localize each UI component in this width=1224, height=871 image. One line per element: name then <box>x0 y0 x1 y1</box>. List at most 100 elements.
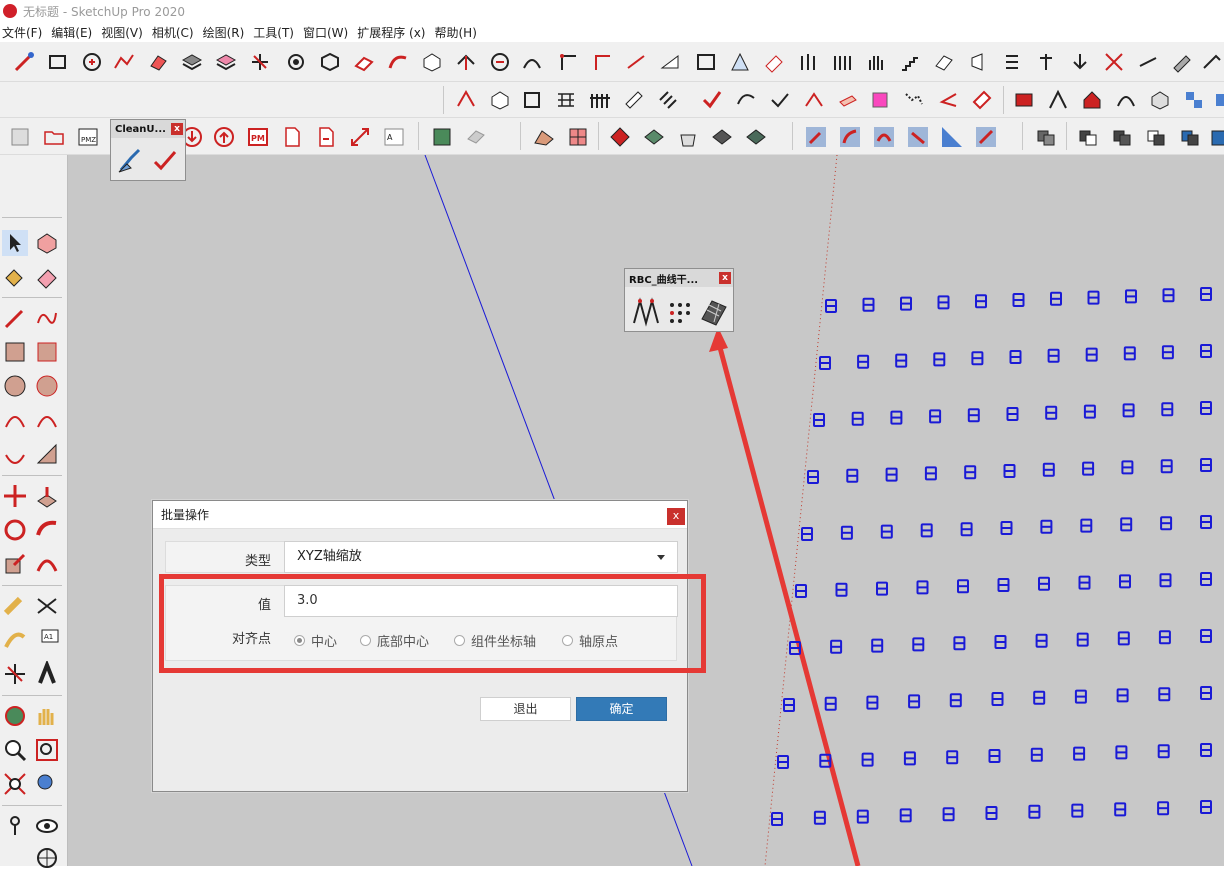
new-folder-icon[interactable] <box>42 125 66 149</box>
document-icon[interactable] <box>280 125 304 149</box>
3d-text-icon[interactable] <box>34 661 60 687</box>
solid-subtract-icon[interactable] <box>1076 125 1100 149</box>
menu-extensions[interactable]: 扩展程序 (x) <box>355 24 432 41</box>
cleanup-broom-icon[interactable] <box>117 146 145 174</box>
import-icon[interactable] <box>8 125 32 149</box>
instance-icon[interactable] <box>1012 88 1036 112</box>
extrude-tool-icon[interactable] <box>966 50 990 74</box>
curve-arrow-2-icon[interactable] <box>838 125 862 149</box>
menu-file[interactable]: 文件(F) <box>0 24 49 41</box>
menu-edit[interactable]: 编辑(E) <box>49 24 99 41</box>
pencil-line-icon[interactable] <box>2 305 28 331</box>
solid-trim-icon[interactable] <box>1144 125 1168 149</box>
circle-tool-icon[interactable] <box>80 50 104 74</box>
expand-icon[interactable] <box>348 125 372 149</box>
cabinet-icon[interactable] <box>868 88 892 112</box>
arc-icon[interactable] <box>2 407 28 433</box>
slope-tool-icon[interactable] <box>658 50 682 74</box>
follow-me-icon[interactable] <box>352 50 376 74</box>
zoom-icon[interactable] <box>2 737 28 763</box>
position-camera-person-icon[interactable] <box>2 813 28 839</box>
angle-icon[interactable] <box>936 88 960 112</box>
curve-arrow-1-icon[interactable] <box>804 125 828 149</box>
two-point-arc-icon[interactable] <box>34 407 60 433</box>
down-arrow-tool-icon[interactable] <box>1068 50 1092 74</box>
more-icon[interactable] <box>1212 88 1224 112</box>
text-label-icon[interactable]: A1 <box>34 627 60 653</box>
tag-icon[interactable] <box>970 88 994 112</box>
fence-icon[interactable] <box>588 88 612 112</box>
cleanup-check-icon[interactable] <box>151 146 179 174</box>
rbc-close-button[interactable]: x <box>719 272 731 284</box>
frame-tool-icon[interactable] <box>694 50 718 74</box>
cube-edit-icon[interactable] <box>488 88 512 112</box>
rotate-3d-icon[interactable] <box>488 50 512 74</box>
stack-icon[interactable] <box>622 88 646 112</box>
layers-icon[interactable] <box>180 50 204 74</box>
bend-tool-icon[interactable] <box>386 50 410 74</box>
chain-icon[interactable] <box>902 88 926 112</box>
make-component-icon[interactable] <box>34 230 60 256</box>
zoom-window-icon[interactable] <box>34 737 60 763</box>
orbit-icon[interactable] <box>2 703 28 729</box>
protractor-icon[interactable] <box>2 627 28 653</box>
document-export-icon[interactable] <box>314 125 338 149</box>
solid-icon[interactable] <box>1148 88 1172 112</box>
check-curve-icon[interactable] <box>734 88 758 112</box>
offset-icon[interactable] <box>34 551 60 577</box>
solid-shell-icon[interactable] <box>1208 125 1224 149</box>
array-tool-icon[interactable] <box>830 50 854 74</box>
rectangle-icon[interactable] <box>2 339 28 365</box>
paint-bucket-icon[interactable] <box>2 264 28 290</box>
select-edges-icon[interactable] <box>454 88 478 112</box>
solid-union-icon[interactable] <box>1034 125 1058 149</box>
stairs-tool-icon[interactable] <box>898 50 922 74</box>
upload-circle-icon[interactable] <box>212 125 236 149</box>
axes-icon[interactable] <box>2 661 28 687</box>
rotated-rectangle-icon[interactable] <box>34 339 60 365</box>
polygon-icon[interactable] <box>34 373 60 399</box>
dimension-icon[interactable] <box>34 593 60 619</box>
diamond-flat-icon[interactable] <box>642 125 666 149</box>
exit-button[interactable]: 退出 <box>480 697 571 721</box>
shell-tool-icon[interactable] <box>1000 50 1024 74</box>
tape-measure-icon[interactable] <box>2 593 28 619</box>
circle-icon[interactable] <box>2 373 28 399</box>
hand-tool-icon[interactable] <box>864 50 888 74</box>
arch-icon[interactable] <box>1114 88 1138 112</box>
pie-icon[interactable] <box>34 441 60 467</box>
menu-help[interactable]: 帮助(H) <box>432 24 483 41</box>
columns-tool-icon[interactable] <box>796 50 820 74</box>
triangle-tool-icon[interactable] <box>728 50 752 74</box>
menu-view[interactable]: 视图(V) <box>99 24 150 41</box>
pmz-icon[interactable]: PMZ <box>76 125 100 149</box>
rectangle-tool-icon[interactable] <box>46 50 70 74</box>
curve-arrow-3-icon[interactable] <box>872 125 896 149</box>
section-plane-icon[interactable] <box>34 845 60 871</box>
panel-icon[interactable] <box>520 88 544 112</box>
solid-intersect-icon[interactable] <box>1110 125 1134 149</box>
terrain-icon[interactable] <box>532 125 556 149</box>
check-red-icon[interactable] <box>700 88 724 112</box>
layers-2-icon[interactable] <box>214 50 238 74</box>
roof-tool-icon[interactable] <box>1170 50 1194 74</box>
line-tool-icon[interactable] <box>624 50 648 74</box>
menu-window[interactable]: 窗口(W) <box>301 24 355 41</box>
zoom-extents-icon[interactable] <box>2 771 28 797</box>
fold-tool-icon[interactable] <box>932 50 956 74</box>
push-pull-icon-2[interactable] <box>34 483 60 509</box>
diamond-up-icon[interactable] <box>608 125 632 149</box>
corner-2-tool-icon[interactable] <box>590 50 614 74</box>
menu-camera[interactable]: 相机(C) <box>150 24 201 41</box>
menu-tools[interactable]: 工具(T) <box>251 24 301 41</box>
position-camera-icon[interactable] <box>12 50 36 74</box>
grid-terrain-icon[interactable] <box>566 125 590 149</box>
roof-arc-icon[interactable] <box>802 88 826 112</box>
follow-me-icon-2[interactable] <box>34 517 60 543</box>
corner-tool-icon[interactable] <box>556 50 580 74</box>
move-icon[interactable] <box>2 483 28 509</box>
peak-icon[interactable] <box>1046 88 1070 112</box>
blue-cubes-icon[interactable] <box>1182 88 1206 112</box>
dialog-close-button[interactable]: x <box>667 508 685 525</box>
rbc-surface-grid-icon[interactable] <box>698 297 728 327</box>
